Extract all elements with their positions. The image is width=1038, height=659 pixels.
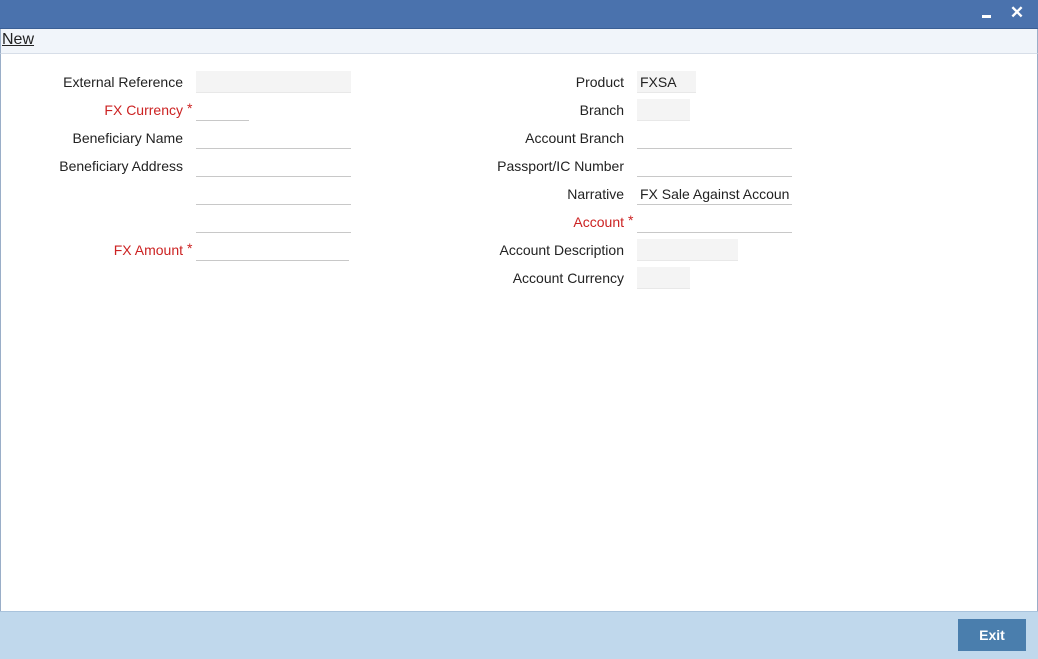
account-branch-field[interactable] [637,127,792,149]
fx-currency-label: FX Currency [104,102,183,118]
toolbar: New [0,29,1038,54]
required-marker: * [187,240,193,256]
required-marker: * [187,100,193,116]
beneficiary-address-line-3[interactable] [196,211,351,233]
fx-amount-field[interactable] [196,239,349,261]
branch-label: Branch [579,102,624,118]
product-field[interactable] [637,71,696,93]
new-link[interactable]: New [2,31,34,49]
beneficiary-name-label: Beneficiary Name [72,130,184,146]
branch-field[interactable] [637,99,690,121]
form-area: External Reference FX Currency * Benefic… [0,54,1038,611]
account-description-label: Account Description [499,242,624,258]
external-reference-label: External Reference [63,74,183,90]
product-label: Product [575,74,624,90]
passport-ic-number-label: Passport/IC Number [497,158,624,174]
required-marker: * [628,212,634,228]
narrative-field[interactable] [637,183,792,205]
fx-currency-field[interactable] [196,99,249,121]
beneficiary-address-line-1[interactable] [196,155,351,177]
footer-bar: Exit [0,611,1038,659]
beneficiary-address-label: Beneficiary Address [59,158,183,174]
account-currency-field[interactable] [637,267,690,289]
minimize-icon[interactable] [975,2,997,24]
passport-ic-number-field[interactable] [637,155,792,177]
account-description-field[interactable] [637,239,738,261]
account-label: Account [573,214,624,230]
beneficiary-address-line-2[interactable] [196,183,351,205]
fx-amount-label: FX Amount [113,242,183,258]
external-reference-field[interactable] [196,71,351,93]
account-field[interactable] [637,211,792,233]
beneficiary-name-field[interactable] [196,127,351,149]
exit-button[interactable]: Exit [958,619,1026,651]
account-currency-label: Account Currency [512,270,624,286]
account-branch-label: Account Branch [525,130,624,146]
narrative-label: Narrative [567,186,624,202]
close-icon[interactable]: ✕ [1006,2,1028,24]
window-titlebar: ✕ [0,0,1038,29]
